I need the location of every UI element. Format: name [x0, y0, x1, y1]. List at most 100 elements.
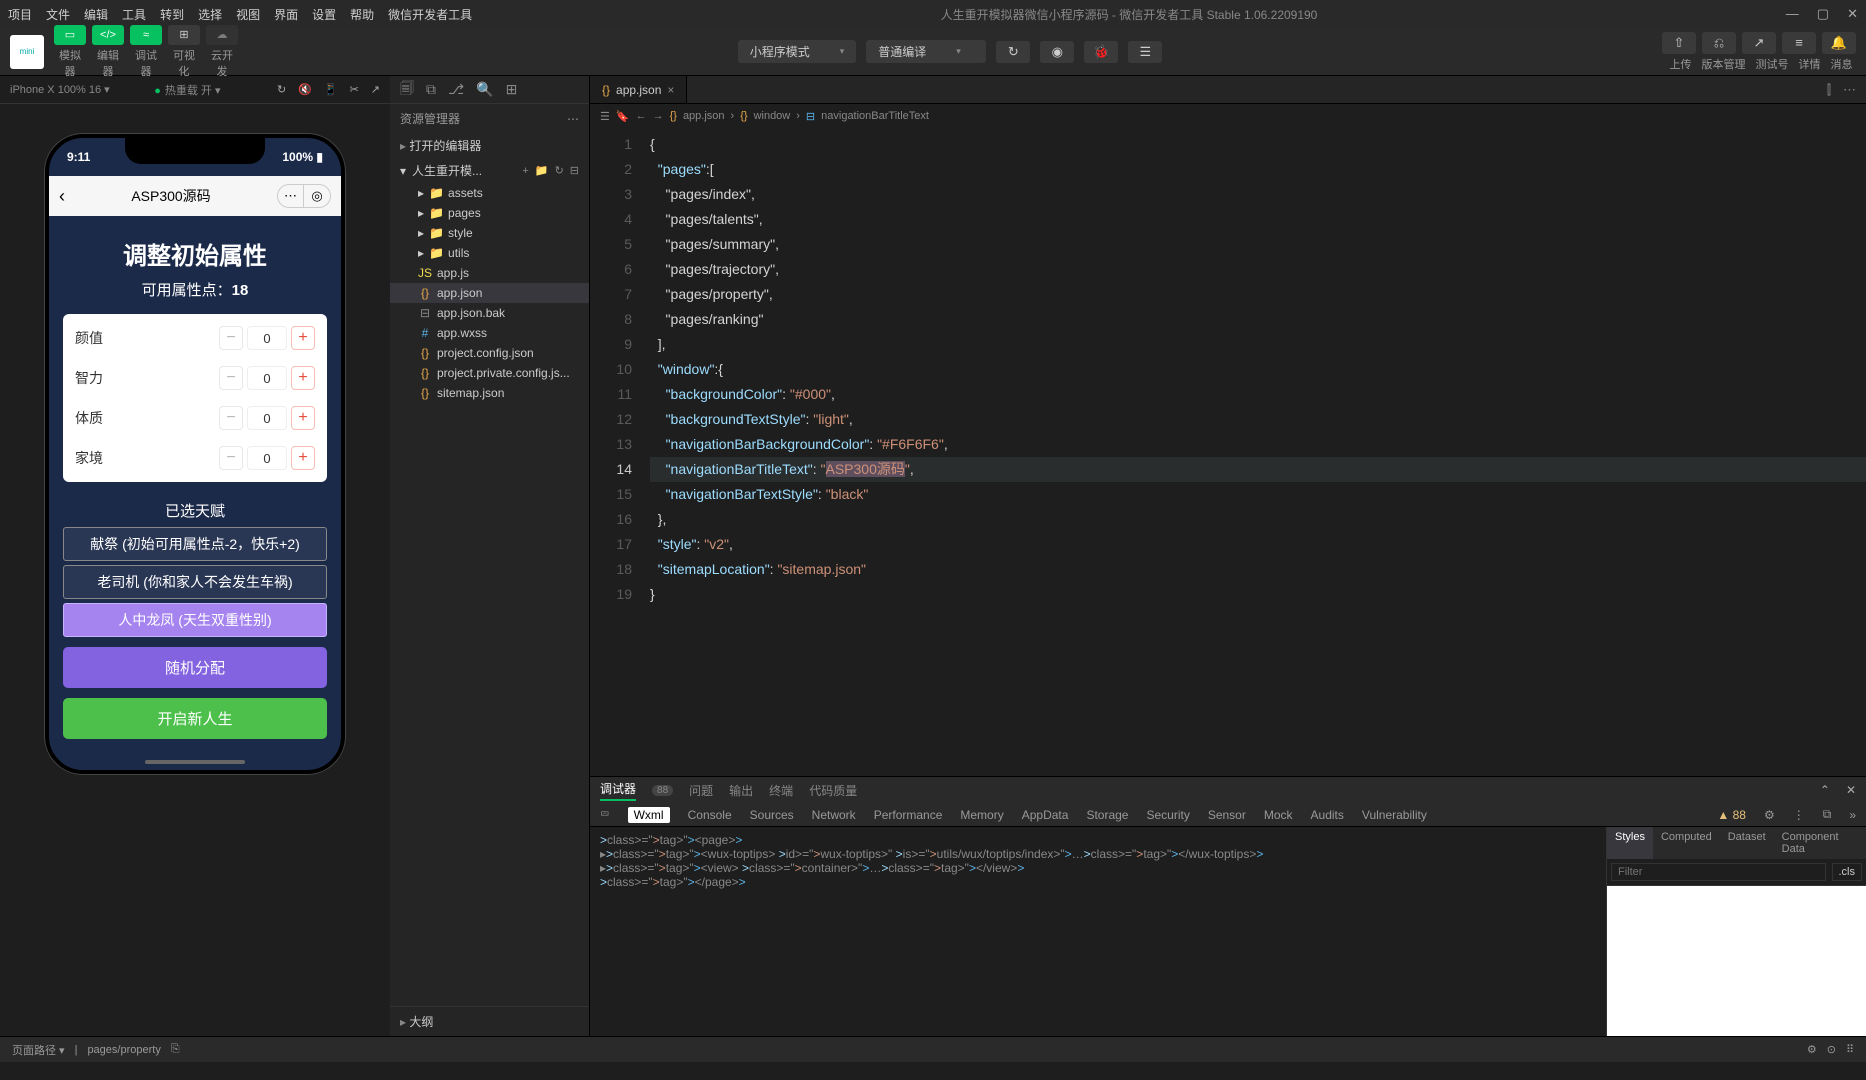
devtools-subtab[interactable]: Sources: [750, 808, 794, 822]
menu-item[interactable]: 工具: [122, 6, 146, 23]
plus-button[interactable]: +: [291, 406, 315, 430]
styles-tab[interactable]: Computed: [1653, 827, 1720, 859]
menu-item[interactable]: 选择: [198, 6, 222, 23]
bookmark-icon[interactable]: 🔖: [616, 110, 630, 123]
search-icon[interactable]: 🔍: [476, 81, 493, 98]
list-icon[interactable]: ☰: [600, 110, 610, 123]
detail-icon[interactable]: ≡: [1782, 32, 1816, 54]
devtools-subtab[interactable]: AppData: [1022, 808, 1069, 822]
ext-icon[interactable]: ⊞: [506, 81, 518, 98]
file-item[interactable]: ▸ 📁 style: [390, 223, 589, 243]
open-editors-section[interactable]: 打开的编辑器: [390, 133, 589, 158]
file-item[interactable]: ⊟ app.json.bak: [390, 303, 589, 323]
minus-button[interactable]: −: [219, 366, 243, 390]
simulator-button[interactable]: ▭: [54, 25, 86, 45]
path-label[interactable]: 页面路径 ▾: [12, 1042, 65, 1058]
talent-item[interactable]: 献祭 (初始可用属性点-2，快乐+2): [63, 527, 327, 561]
version-icon[interactable]: ⎌: [1702, 32, 1736, 54]
cls-toggle[interactable]: .cls: [1832, 863, 1863, 881]
start-button[interactable]: 开启新人生: [63, 698, 327, 739]
refresh-tree-icon[interactable]: ↻: [555, 164, 564, 177]
nav-back-icon[interactable]: ←: [636, 110, 647, 122]
devtools-subtab[interactable]: Performance: [874, 808, 943, 822]
visual-button[interactable]: ⊞: [168, 25, 200, 45]
devtools-subtab[interactable]: Audits: [1311, 808, 1344, 822]
mode-select[interactable]: 小程序模式: [738, 40, 857, 63]
menu-item[interactable]: 界面: [274, 6, 298, 23]
compile-select[interactable]: 普通编译: [866, 40, 986, 63]
maximize-icon[interactable]: ▢: [1817, 6, 1829, 22]
capsule[interactable]: ⋯◎: [277, 184, 331, 208]
test-icon[interactable]: ↗: [1742, 32, 1776, 54]
dock-icon[interactable]: ⧉: [1823, 807, 1832, 822]
inspect-icon[interactable]: ⮹: [600, 807, 610, 822]
devtools-tab[interactable]: 代码质量: [809, 782, 857, 799]
warning-count[interactable]: ▲ 88: [1717, 808, 1746, 822]
stat-value[interactable]: 0: [247, 366, 287, 390]
devtools-subtab[interactable]: Network: [812, 808, 856, 822]
styles-tab[interactable]: Styles: [1607, 827, 1653, 859]
expand-icon[interactable]: »: [1849, 808, 1856, 822]
close-tab-icon[interactable]: ×: [667, 83, 674, 97]
plus-button[interactable]: +: [291, 446, 315, 470]
stat-value[interactable]: 0: [247, 326, 287, 350]
devtools-subtab[interactable]: Memory: [960, 808, 1003, 822]
mute-icon[interactable]: 🔇: [298, 83, 312, 96]
close-panel-icon[interactable]: ✕: [1846, 783, 1856, 797]
menu-item[interactable]: 转到: [160, 6, 184, 23]
compile-icon[interactable]: ↻: [996, 41, 1030, 63]
more-icon[interactable]: ⋯: [567, 112, 579, 126]
styles-tab[interactable]: Component Data: [1774, 827, 1866, 859]
new-file-icon[interactable]: +: [522, 165, 528, 177]
cloud-button[interactable]: ☁: [206, 25, 238, 45]
device-icon[interactable]: 📱: [324, 83, 338, 96]
menu-item[interactable]: 编辑: [84, 6, 108, 23]
clear-cache-icon[interactable]: ☰: [1128, 41, 1162, 63]
menu-item[interactable]: 帮助: [350, 6, 374, 23]
dots-icon[interactable]: ⠿: [1846, 1043, 1854, 1056]
profile-icon[interactable]: ⊙: [1827, 1043, 1836, 1056]
minus-button[interactable]: −: [219, 406, 243, 430]
file-item[interactable]: {} project.config.json: [390, 343, 589, 363]
breadcrumb[interactable]: ☰ 🔖 ← → {}app.json › {}window › ⊟navigat…: [590, 104, 1866, 128]
popout-icon[interactable]: ↗: [371, 83, 380, 96]
devtools-subtab[interactable]: Mock: [1264, 808, 1293, 822]
gear-icon[interactable]: ⚙: [1764, 808, 1775, 822]
outline-section[interactable]: 大纲: [390, 1006, 589, 1036]
devtools-tab[interactable]: 问题: [689, 782, 713, 799]
split-icon[interactable]: ⫿: [1827, 82, 1831, 98]
devtools-tab[interactable]: 输出: [729, 782, 753, 799]
minus-button[interactable]: −: [219, 446, 243, 470]
file-item[interactable]: ▸ 📁 pages: [390, 203, 589, 223]
msg-icon[interactable]: 🔔: [1822, 32, 1856, 54]
plus-button[interactable]: +: [291, 366, 315, 390]
editor-tab[interactable]: {} app.json ×: [590, 76, 687, 103]
devtools-subtab[interactable]: Security: [1146, 808, 1189, 822]
hot-reload[interactable]: 热重载 开 ▾: [154, 82, 220, 98]
files-icon[interactable]: 🗐: [400, 78, 414, 102]
debug-icon[interactable]: 🐞: [1084, 41, 1118, 63]
nav-fwd-icon[interactable]: →: [653, 110, 664, 122]
devtools-tab[interactable]: 调试器: [600, 780, 636, 801]
devtools-subtab[interactable]: Storage: [1086, 808, 1128, 822]
devtools-subtab[interactable]: Sensor: [1208, 808, 1246, 822]
device-select[interactable]: iPhone X 100% 16 ▾: [10, 83, 110, 96]
file-item[interactable]: ▸ 📁 utils: [390, 243, 589, 263]
collapse-tree-icon[interactable]: ⊟: [570, 164, 579, 177]
styles-tab[interactable]: Dataset: [1720, 827, 1774, 859]
file-item[interactable]: {} project.private.config.js...: [390, 363, 589, 383]
minimize-icon[interactable]: —: [1786, 6, 1799, 22]
menu-item[interactable]: 设置: [312, 6, 336, 23]
editor-button[interactable]: </>: [92, 25, 124, 45]
scene-icon[interactable]: ⚙: [1807, 1043, 1817, 1056]
chevron-up-icon[interactable]: ⌃: [1820, 783, 1830, 797]
devtools-subtab[interactable]: Wxml: [628, 807, 670, 823]
plus-button[interactable]: +: [291, 326, 315, 350]
project-root[interactable]: ▾人生重开模... + 📁 ↻ ⊟: [390, 158, 589, 183]
preview-icon[interactable]: ◉: [1040, 41, 1074, 63]
stat-value[interactable]: 0: [247, 446, 287, 470]
menu-item[interactable]: 视图: [236, 6, 260, 23]
close-icon[interactable]: ✕: [1847, 6, 1858, 22]
upload-icon[interactable]: ⇧: [1662, 32, 1696, 54]
menu-item[interactable]: 微信开发者工具: [388, 6, 472, 23]
